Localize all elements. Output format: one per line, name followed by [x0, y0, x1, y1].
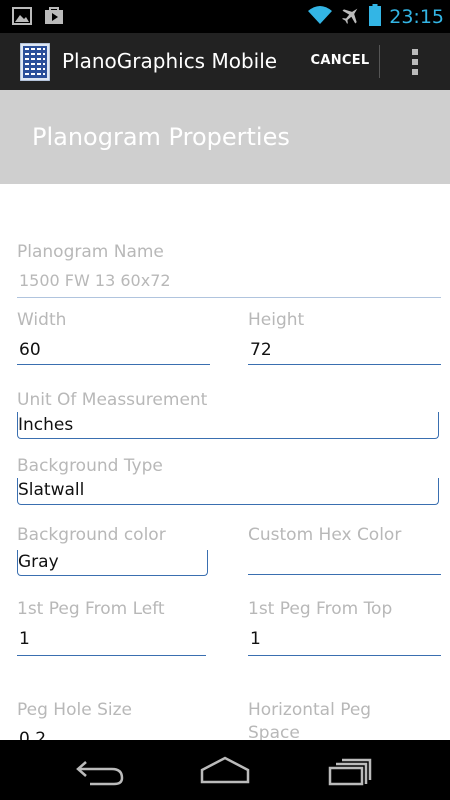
horizontal-peg-space-label-line1: Horizontal Peg: [248, 700, 372, 720]
background-type-value: Slatwall: [18, 480, 85, 500]
status-time: 23:15: [389, 6, 444, 28]
page-header: Planogram Properties: [0, 90, 450, 184]
width-label: Width: [17, 310, 67, 330]
recent-apps-icon[interactable]: [322, 752, 382, 788]
unit-label: Unit Of Meassurement: [17, 390, 208, 410]
peg-from-top-field[interactable]: 1: [250, 628, 261, 650]
height-underline: [248, 364, 441, 365]
action-bar-divider: [379, 45, 380, 78]
background-type-spinner[interactable]: Slatwall: [17, 478, 439, 505]
custom-hex-underline: [248, 574, 441, 575]
planogram-name-field: 1500 FW 13 60x72: [19, 271, 171, 290]
battery-icon: [369, 4, 382, 30]
back-icon[interactable]: [70, 752, 130, 788]
peg-hole-size-label: Peg Hole Size: [17, 700, 132, 720]
peg-hole-size-field[interactable]: 0.2: [19, 728, 46, 740]
unit-value: Inches: [18, 415, 74, 435]
peg-from-left-label: 1st Peg From Left: [17, 599, 165, 619]
planogram-app-icon[interactable]: [19, 42, 51, 82]
navigation-bar: [0, 740, 450, 800]
gallery-icon: [12, 7, 32, 29]
action-bar: PlanoGraphics Mobile CANCEL: [0, 33, 450, 90]
background-color-label: Background color: [17, 525, 166, 545]
horizontal-peg-space-label-line2: Space: [248, 723, 300, 740]
overflow-menu-icon[interactable]: [398, 43, 432, 81]
properties-form: Planogram Name 1500 FW 13 60x72 Width 60…: [0, 184, 450, 740]
unit-spinner[interactable]: Inches: [17, 412, 439, 439]
peg-from-left-underline: [17, 655, 206, 656]
custom-hex-label: Custom Hex Color: [248, 525, 402, 545]
page-title: Planogram Properties: [32, 123, 290, 151]
width-underline: [17, 364, 210, 365]
home-icon[interactable]: [195, 752, 255, 788]
cancel-button[interactable]: CANCEL: [304, 45, 376, 77]
peg-from-left-field[interactable]: 1: [19, 628, 30, 650]
app-title: PlanoGraphics Mobile: [62, 49, 278, 73]
play-store-icon: [44, 7, 64, 29]
background-color-spinner[interactable]: Gray: [17, 550, 208, 576]
planogram-name-underline: [17, 297, 441, 298]
airplane-icon: [341, 5, 361, 29]
peg-from-top-label: 1st Peg From Top: [248, 599, 393, 619]
width-field[interactable]: 60: [19, 339, 41, 361]
peg-from-top-underline: [248, 655, 441, 656]
background-type-label: Background Type: [17, 456, 163, 476]
height-label: Height: [248, 310, 305, 330]
status-bar: 23:15: [0, 0, 450, 33]
height-field[interactable]: 72: [250, 339, 272, 361]
background-color-value: Gray: [18, 552, 59, 572]
wifi-icon: [307, 5, 333, 29]
planogram-name-label: Planogram Name: [17, 242, 164, 262]
